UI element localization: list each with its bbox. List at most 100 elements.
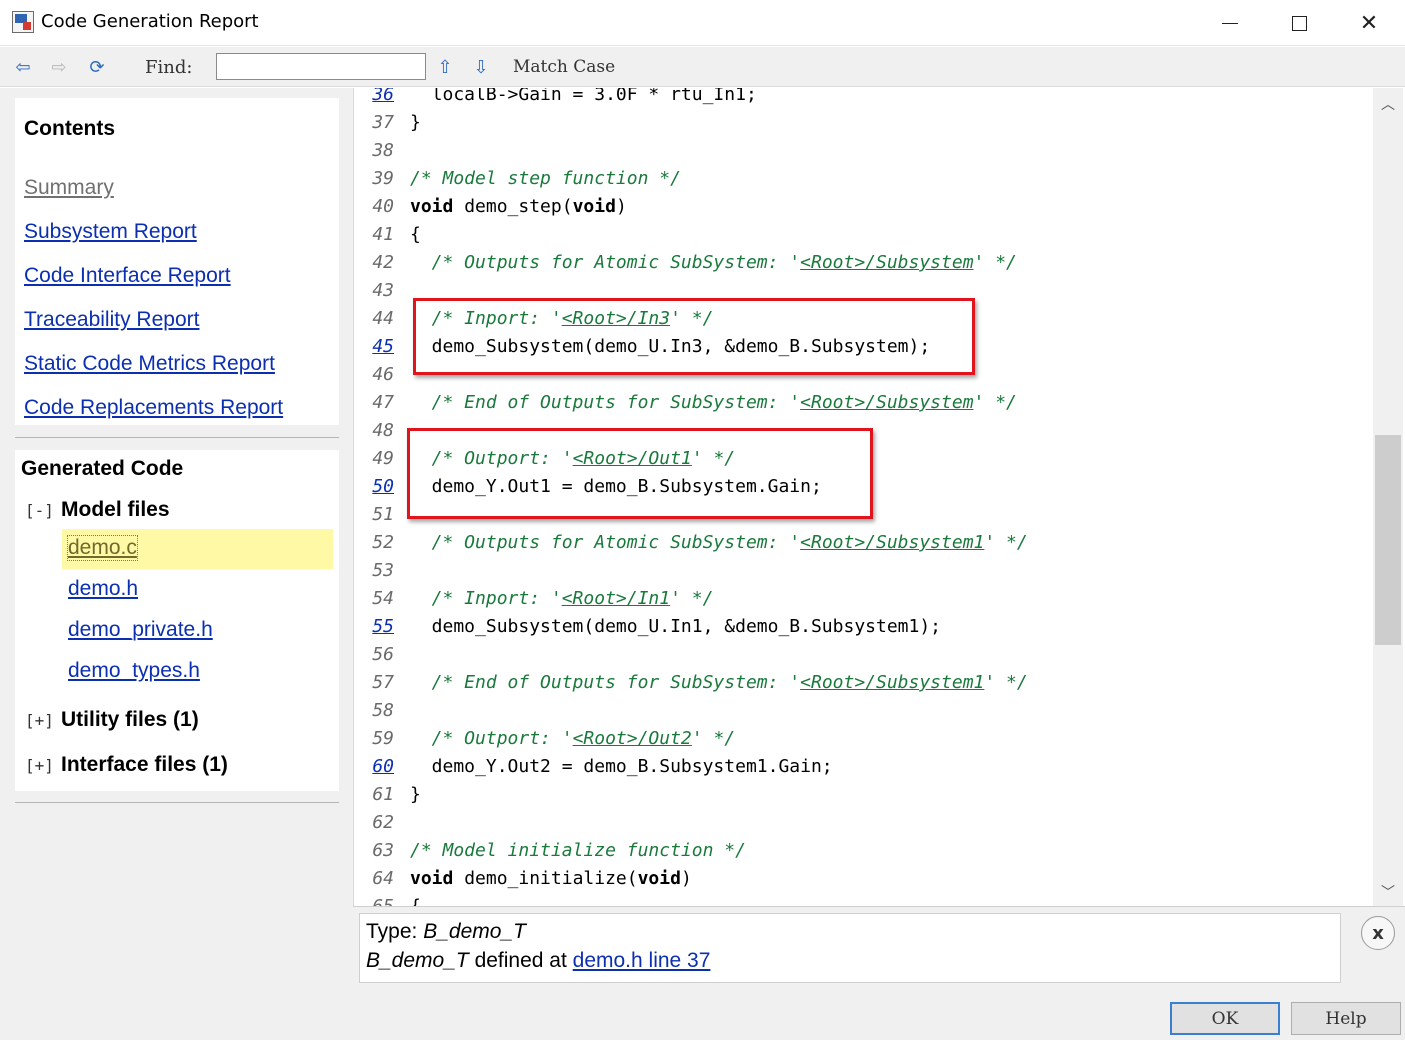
title-bar: Code Generation Report ✕ [0,0,1405,46]
code-comment: /* Outputs for Atomic SubSystem: ' [410,532,801,553]
model-files-label[interactable]: Model files [61,498,170,522]
find-next-icon[interactable]: ⇩ [470,57,492,78]
maximize-icon [1291,15,1307,31]
forward-arrow-icon[interactable]: ⇨ [48,57,70,78]
line-number: 62 [372,812,394,833]
line-number: 58 [372,700,394,721]
file-link-demo-h[interactable]: demo.h [68,577,138,601]
maximize-button[interactable] [1264,0,1334,46]
help-button[interactable]: Help [1291,1002,1401,1035]
line-number-link[interactable]: 50 [358,473,394,501]
code-token: demo_step( [453,196,573,217]
close-icon: x [1372,922,1384,944]
code-line: 65 { [354,893,1372,906]
summary-link[interactable]: Summary [24,176,114,200]
close-info-button[interactable]: x [1361,916,1395,950]
code-comment: /* Model step function */ [410,168,681,189]
code-text: } [410,781,421,809]
scrollbar-thumb[interactable] [1375,435,1401,645]
ok-button[interactable]: OK [1170,1002,1280,1035]
block-link[interactable]: <Root>/Subsystem1 [800,532,984,553]
line-number: 43 [372,280,394,301]
refresh-icon[interactable]: ⟳ [86,57,108,78]
code-token: demo_Y.Out1 = demo_B.Subsystem.Gain; [410,476,822,497]
find-previous-icon[interactable]: ⇧ [434,57,456,78]
code-line: 49 /* Outport: '<Root>/Out1' */ [354,445,1372,473]
code-line: 61} [354,781,1372,809]
line-number: 44 [372,308,394,329]
file-link-demo-c[interactable]: demo.c [67,535,138,561]
code-comment: /* End of Outputs for SubSystem: ' [410,392,801,413]
line-number: 52 [372,532,394,553]
code-text: demo_Y.Out2 = demo_B.Subsystem1.Gain; [410,753,833,781]
code-text: localB->Gain = 3.0F * rtu_In1; [410,88,757,109]
scroll-up-icon[interactable]: ︿ [1373,92,1403,116]
code-line: 43 [354,277,1372,305]
code-text: { [410,893,421,906]
code-token: } [410,112,421,133]
match-case-toggle[interactable]: Match Case [513,57,615,77]
code-scrollbar[interactable]: ︿ ﹀ [1373,88,1403,906]
line-number: 47 [372,392,394,413]
code-comment: /* End of Outputs for SubSystem: ' [410,672,801,693]
info-pane: Type: B_demo_T B_demo_T defined at demo.… [353,906,1405,988]
contents-panel: Contents Summary Subsystem Report Code I… [15,98,339,425]
toolbar: ⇦ ⇨ ⟳ Find: ⇧ ⇩ Match Case [0,47,1405,87]
line-number-link[interactable]: 60 [358,753,394,781]
line-number: 40 [372,196,394,217]
block-link[interactable]: <Root>/Subsystem1 [800,672,984,693]
block-link[interactable]: <Root>/In3 [562,308,670,329]
dialog-button-bar: OK Help [0,988,1405,1040]
code-token: ) [615,196,627,217]
window-title: Code Generation Report [41,11,259,32]
close-window-button[interactable]: ✕ [1334,0,1404,46]
line-number: 41 [372,224,394,245]
code-replacements-report-link[interactable]: Code Replacements Report [24,396,283,420]
code-text: /* Inport: '<Root>/In3' */ [410,305,714,333]
line-number: 56 [372,644,394,665]
interface-files-expand-toggle[interactable]: [+] [25,756,54,775]
code-comment: /* Outputs for Atomic SubSystem: ' [410,252,801,273]
block-link[interactable]: <Root>/In1 [562,588,670,609]
code-comment: /* Outport: ' [410,448,573,469]
divider [15,802,339,803]
definition-link[interactable]: demo.h line 37 [573,949,711,972]
block-link[interactable]: <Root>/Subsystem [800,252,973,273]
file-link-demo-private-h[interactable]: demo_private.h [68,618,213,642]
code-token: { [410,224,421,245]
scroll-down-icon[interactable]: ﹀ [1373,880,1403,904]
model-files-collapse-toggle[interactable]: [-] [25,501,54,520]
code-line: 42 /* Outputs for Atomic SubSystem: '<Ro… [354,249,1372,277]
utility-files-expand-toggle[interactable]: [+] [25,711,54,730]
find-input[interactable] [216,53,426,80]
code-line: 55 demo_Subsystem(demo_U.In1, &demo_B.Su… [354,613,1372,641]
interface-files-label[interactable]: Interface files (1) [61,753,228,777]
static-code-metrics-report-link[interactable]: Static Code Metrics Report [24,352,275,376]
line-number: 57 [372,672,394,693]
code-text: } [410,109,421,137]
file-link-demo-types-h[interactable]: demo_types.h [68,659,200,683]
back-arrow-icon[interactable]: ⇦ [12,57,34,78]
block-link[interactable]: <Root>/Subsystem [800,392,973,413]
line-number-link[interactable]: 36 [358,88,394,109]
line-number: 42 [372,252,394,273]
subsystem-report-link[interactable]: Subsystem Report [24,220,197,244]
traceability-report-link[interactable]: Traceability Report [24,308,199,332]
line-number-link[interactable]: 55 [358,613,394,641]
code-token: localB->Gain = 3.0F * rtu_In1; [410,88,757,105]
block-link[interactable]: <Root>/Out1 [573,448,692,469]
line-number-link[interactable]: 45 [358,333,394,361]
line-number: 37 [372,112,394,133]
code-view[interactable]: 36 localB->Gain = 3.0F * rtu_In1; 37} 38 39… [353,88,1372,906]
code-text: /* End of Outputs for SubSystem: '<Root>… [410,669,1028,697]
block-link[interactable]: <Root>/Out2 [573,728,692,749]
utility-files-label[interactable]: Utility files (1) [61,708,199,732]
generated-code-heading: Generated Code [21,457,184,480]
code-comment: ' */ [973,392,1017,413]
minimize-button[interactable] [1195,0,1265,46]
contents-heading: Contents [24,117,115,140]
code-text: void demo_initialize(void) [410,865,692,893]
code-interface-report-link[interactable]: Code Interface Report [24,264,231,288]
line-number: 61 [372,784,394,805]
code-token: demo_Y.Out2 = demo_B.Subsystem1.Gain; [410,756,833,777]
